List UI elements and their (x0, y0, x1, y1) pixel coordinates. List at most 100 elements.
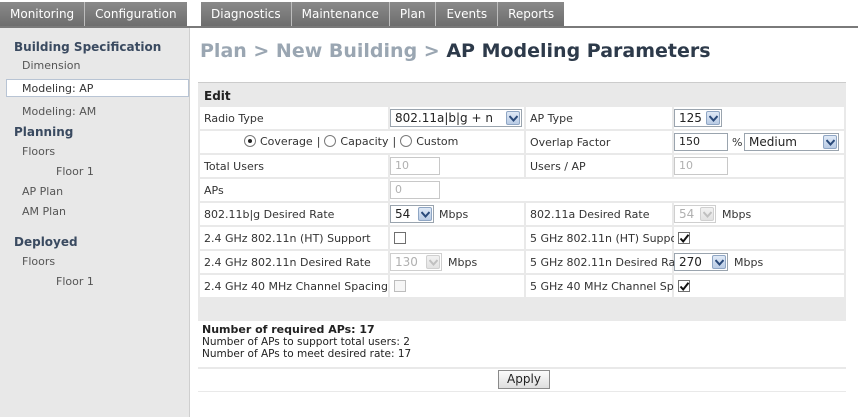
cell: 54 Mbps (674, 203, 844, 225)
edit-panel: Edit Radio Type 802.11a|b|g + n AP Type … (198, 82, 846, 392)
overlap-factor-input[interactable]: 150 (674, 133, 728, 151)
cell: 802.11a|b|g + n (390, 107, 524, 129)
chevron-down-icon[interactable] (700, 207, 714, 221)
radio-capacity[interactable] (324, 135, 337, 147)
cell: 130 Mbps (390, 251, 524, 273)
cell (390, 227, 524, 249)
n5-rate-unit: Mbps (734, 256, 764, 269)
nav-group-primary: Monitoring Configuration (0, 2, 187, 26)
overlap-unit: % (732, 136, 743, 149)
bg-desired-rate-value: 54 (395, 207, 411, 221)
sidebar-item-ap-plan[interactable]: AP Plan (22, 185, 63, 198)
cell: 10 (674, 155, 844, 177)
apply-button[interactable]: Apply (498, 370, 550, 389)
tab-events[interactable]: Events (436, 2, 499, 26)
chevron-down-icon[interactable] (426, 255, 440, 269)
cell: 802.11b|g Desired Rate (200, 203, 388, 225)
row-users: Total Users 10 Users / AP 10 (198, 155, 846, 177)
tab-monitoring[interactable]: Monitoring (0, 2, 86, 26)
row-desired-rate: 802.11b|g Desired Rate 54 Mbps 802.11a D… (198, 203, 846, 225)
n5-desired-rate-select[interactable]: 270 (674, 253, 728, 271)
cell: 10 (390, 155, 524, 177)
sidebar-item-modeling-ap[interactable]: Modeling: AP (22, 82, 93, 95)
bg-desired-rate-select[interactable]: 54 (390, 205, 434, 223)
cell: 5 GHz 802.11n Desired Rate (526, 251, 686, 273)
sidebar-section-building-specification: Building Specification (14, 40, 162, 54)
ap-type-value: 125 (679, 111, 702, 125)
aps-input[interactable]: 0 (390, 181, 440, 199)
ch24-spacing-label: 2.4 GHz 40 MHz Channel Spacing (204, 280, 389, 293)
n24-desired-rate-label: 2.4 GHz 802.11n Desired Rate (204, 256, 371, 269)
a-desired-rate-value: 54 (679, 207, 695, 221)
cell: Users / AP (526, 155, 672, 177)
ht5-support-checkbox[interactable] (678, 232, 690, 244)
sidebar-item-floors[interactable]: Floors (22, 145, 55, 158)
cell: 2.4 GHz 802.11n Desired Rate (200, 251, 388, 273)
sidebar-item-am-plan[interactable]: AM Plan (22, 205, 66, 218)
row-n-rate: 2.4 GHz 802.11n Desired Rate 130 Mbps 5 … (198, 251, 846, 273)
n24-desired-rate-select[interactable]: 130 (390, 253, 442, 271)
sidebar-section-deployed: Deployed (14, 235, 78, 249)
ap-type-select[interactable]: 125 (674, 109, 722, 127)
nav-group-secondary: Diagnostics Maintenance Plan Events Repo… (201, 2, 565, 26)
chevron-down-icon[interactable] (823, 135, 837, 149)
radio-type-label: Radio Type (204, 112, 264, 125)
tab-diagnostics[interactable]: Diagnostics (201, 2, 292, 26)
tab-maintenance[interactable]: Maintenance (291, 2, 390, 26)
n24-desired-rate-value: 130 (395, 255, 418, 269)
ht24-support-checkbox[interactable] (394, 232, 406, 244)
sidebar-item-dimension[interactable]: Dimension (22, 59, 80, 72)
summary-line-users: Number of APs to support total users: 2 (202, 336, 410, 348)
sidebar-item-deployed-floor-1[interactable]: Floor 1 (56, 275, 94, 288)
cell (390, 275, 524, 297)
cell (674, 227, 844, 249)
page-title: Plan > New Building > AP Modeling Parame… (200, 40, 711, 62)
ch5-spacing-checkbox[interactable] (678, 280, 690, 292)
chevron-down-icon[interactable] (706, 111, 720, 125)
users-per-ap-label: Users / AP (530, 160, 586, 173)
chevron-down-icon[interactable] (506, 111, 520, 125)
cell: 150 % Medium (674, 131, 844, 153)
n24-rate-unit: Mbps (448, 256, 478, 269)
row-ht-support: 2.4 GHz 802.11n (HT) Support 5 GHz 802.1… (198, 227, 846, 249)
cell: 2.4 GHz 40 MHz Channel Spacing (200, 275, 388, 297)
bg-rate-unit: Mbps (439, 208, 469, 221)
sidebar: Building Specification Dimension Modelin… (0, 28, 190, 417)
total-users-input[interactable]: 10 (390, 157, 440, 175)
edit-header: Edit (204, 89, 231, 103)
cell: Overlap Factor (526, 131, 672, 153)
cell: 125 (674, 107, 844, 129)
sidebar-item-floor-1[interactable]: Floor 1 (56, 165, 94, 178)
overlap-level-value: Medium (749, 135, 797, 149)
n5-desired-rate-value: 270 (679, 255, 702, 269)
separator: | (392, 135, 397, 148)
radio-coverage[interactable] (244, 135, 256, 147)
chevron-down-icon[interactable] (418, 207, 432, 221)
sidebar-section-planning: Planning (14, 125, 74, 139)
cell (674, 275, 844, 297)
mode-radio-group: Coverage | Capacity | Custom (244, 135, 458, 148)
a-desired-rate-select[interactable]: 54 (674, 205, 716, 223)
summary-title: Number of required APs: 17 (202, 323, 375, 336)
radio-custom[interactable] (400, 135, 413, 147)
row-channel-spacing: 2.4 GHz 40 MHz Channel Spacing 5 GHz 40 … (198, 275, 846, 297)
chevron-down-icon[interactable] (712, 255, 726, 269)
cell: 5 GHz 40 MHz Channel Spacing (526, 275, 704, 297)
ch24-spacing-checkbox[interactable] (394, 280, 406, 292)
radio-type-select[interactable]: 802.11a|b|g + n (390, 109, 522, 127)
summary-line-rate: Number of APs to meet desired rate: 17 (202, 348, 412, 360)
tab-reports[interactable]: Reports (498, 2, 565, 26)
tab-configuration[interactable]: Configuration (85, 2, 187, 26)
cell: 2.4 GHz 802.11n (HT) Support (200, 227, 388, 249)
cell: Coverage | Capacity | Custom (200, 131, 524, 153)
cell: 802.11a Desired Rate (526, 203, 672, 225)
tab-plan[interactable]: Plan (389, 2, 437, 26)
sidebar-item-deployed-floors[interactable]: Floors (22, 255, 55, 268)
overlap-level-select[interactable]: Medium (744, 133, 839, 151)
cell: AP Type (526, 107, 672, 129)
total-users-label: Total Users (204, 160, 264, 173)
sidebar-item-modeling-am[interactable]: Modeling: AM (22, 105, 96, 118)
users-per-ap-input[interactable]: 10 (674, 157, 728, 175)
a-desired-rate-label: 802.11a Desired Rate (530, 208, 650, 221)
bg-desired-rate-label: 802.11b|g Desired Rate (204, 208, 335, 221)
